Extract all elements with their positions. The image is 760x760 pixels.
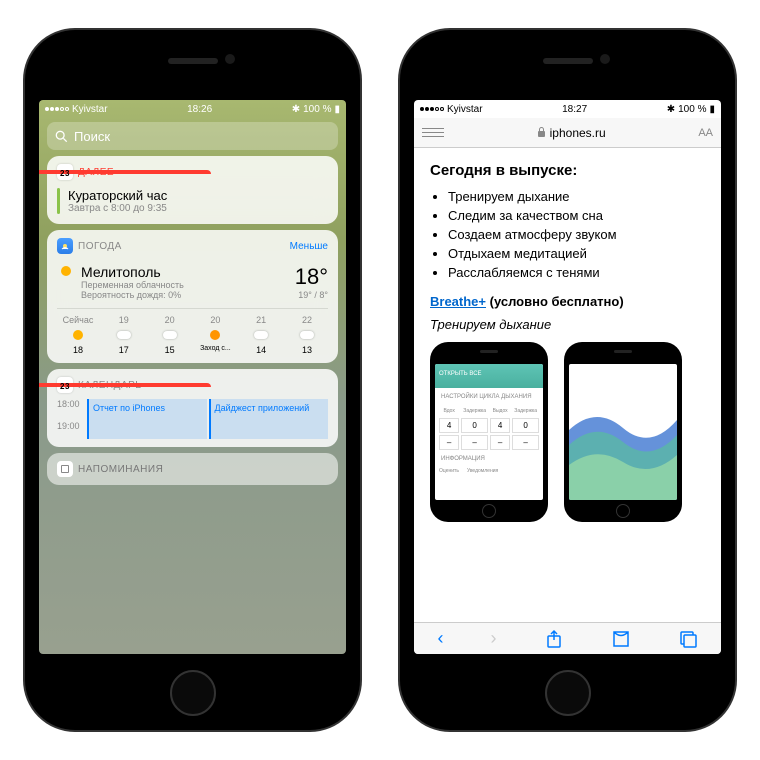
search-icon xyxy=(55,130,68,143)
weather-widget[interactable]: ПОГОДА Меньше Мелитополь Переменная обла… xyxy=(47,230,338,363)
list-item: Создаем атмосферу звуком xyxy=(448,227,705,242)
carrier-label: Kyivstar xyxy=(72,104,108,115)
calendar-event[interactable]: Дайджест приложений xyxy=(209,399,329,439)
event-time: Завтра с 8:00 до 9:35 xyxy=(68,203,167,214)
city-name: Мелитополь xyxy=(81,264,295,280)
event-bar-icon xyxy=(57,188,60,214)
lock-icon xyxy=(537,127,546,138)
widget-header: НАПОМИНАНИЯ xyxy=(78,464,163,475)
weather-icon xyxy=(57,238,73,254)
calendar-event[interactable]: Отчет по iPhones xyxy=(87,399,207,439)
page-content[interactable]: Сегодня в выпуске: Тренируем дыхание Сле… xyxy=(414,148,721,622)
reminders-widget[interactable]: НАПОМИНАНИЯ xyxy=(47,453,338,485)
event-title: Кураторский час xyxy=(68,188,167,203)
carrier-label: Kyivstar xyxy=(447,104,483,115)
rain-chance: Вероятность дождя: 0% xyxy=(81,290,295,300)
wave-icon xyxy=(569,370,677,500)
show-less-button[interactable]: Меньше xyxy=(290,241,328,252)
screenshot-mini-1: ОТКРЫТЬ ВСЕ НАСТРОЙКИ ЦИКЛА ДЫХАНИЯ Вдох… xyxy=(430,342,548,522)
calendar-icon: 23 xyxy=(57,164,73,180)
search-placeholder: Поиск xyxy=(74,129,110,144)
bluetooth-icon: ✱ xyxy=(667,104,675,115)
battery-icon: ▮ xyxy=(709,104,715,115)
safari-toolbar: iphones.ru AA xyxy=(414,118,721,148)
current-weather-icon xyxy=(57,264,75,278)
home-button[interactable] xyxy=(545,670,591,716)
screen: Kyivstar 18:27 ✱ 100 % ▮ iphones.ru AA С… xyxy=(414,100,721,654)
bookmarks-icon[interactable] xyxy=(611,629,631,649)
current-temp: 18° xyxy=(295,264,328,290)
menu-icon[interactable] xyxy=(422,124,444,142)
reminders-icon xyxy=(57,461,73,477)
list-item: Тренируем дыхание xyxy=(448,189,705,204)
status-time: 18:27 xyxy=(562,104,587,115)
screen: Kyivstar 18:26 ✱ 100 % ▮ Поиск 23 ДАЛЕЕ … xyxy=(39,100,346,654)
phone-left: Kyivstar 18:26 ✱ 100 % ▮ Поиск 23 ДАЛЕЕ … xyxy=(25,30,360,730)
battery-label: 100 % xyxy=(303,104,331,115)
list-item: Отдыхаем медитацией xyxy=(448,246,705,261)
bluetooth-icon: ✱ xyxy=(292,104,300,115)
page-title: Сегодня в выпуске: xyxy=(430,162,705,179)
reader-button[interactable]: AA xyxy=(698,127,713,139)
weather-condition: Переменная облачность xyxy=(81,280,295,290)
forward-button[interactable]: › xyxy=(491,628,497,649)
status-time: 18:26 xyxy=(187,104,212,115)
screenshot-mini-2 xyxy=(564,342,682,522)
phone-right: Kyivstar 18:27 ✱ 100 % ▮ iphones.ru AA С… xyxy=(400,30,735,730)
status-bar: Kyivstar 18:27 ✱ 100 % ▮ xyxy=(414,100,721,118)
back-button[interactable]: ‹ xyxy=(438,628,444,649)
list-item: Расслабляемся с тенями xyxy=(448,265,705,280)
section-subtitle: Тренируем дыхание xyxy=(430,317,705,332)
signal-icon xyxy=(420,107,444,111)
status-bar: Kyivstar 18:26 ✱ 100 % ▮ xyxy=(39,100,346,118)
signal-icon xyxy=(45,107,69,111)
search-input[interactable]: Поиск xyxy=(47,122,338,150)
tabs-icon[interactable] xyxy=(678,629,698,649)
app-link[interactable]: Breathe+ xyxy=(430,294,486,309)
url-bar[interactable]: iphones.ru xyxy=(452,126,690,140)
list-item: Следим за качеством сна xyxy=(448,208,705,223)
battery-icon: ▮ xyxy=(334,104,340,115)
home-button[interactable] xyxy=(170,670,216,716)
price-note: (условно бесплатно) xyxy=(490,294,624,309)
up-next-widget[interactable]: 23 ДАЛЕЕ Кураторский час Завтра с 8:00 д… xyxy=(47,156,338,224)
calendar-icon: 23 xyxy=(57,377,73,393)
calendar-widget[interactable]: 23 КАЛЕНДАРЬ 18:0019:00 Отчет по iPhones… xyxy=(47,369,338,447)
article-list: Тренируем дыхание Следим за качеством сн… xyxy=(448,189,705,280)
safari-bottom-bar: ‹ › xyxy=(414,622,721,654)
share-icon[interactable] xyxy=(544,629,564,649)
widget-header: ПОГОДА xyxy=(78,241,122,252)
battery-label: 100 % xyxy=(678,104,706,115)
hourly-forecast[interactable]: Сейчас18 1917 2015 20Заход с... 2114 221… xyxy=(57,308,328,355)
